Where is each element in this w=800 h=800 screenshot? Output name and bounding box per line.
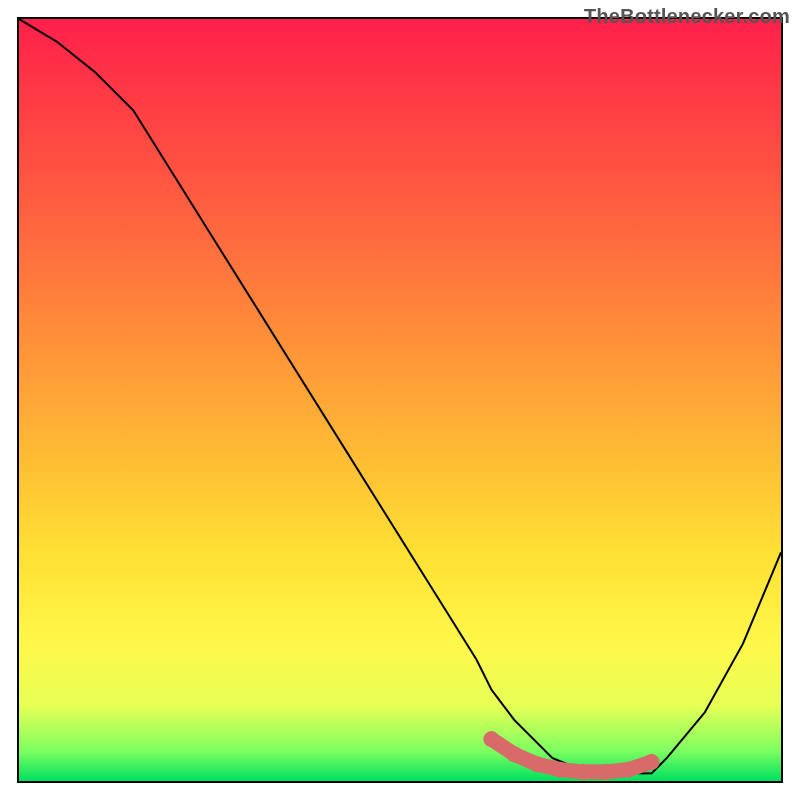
optimal-point xyxy=(598,764,614,780)
optimal-point xyxy=(506,746,522,762)
optimal-point xyxy=(529,756,545,772)
bottleneck-curve-line xyxy=(19,19,781,773)
curve-layer xyxy=(19,19,781,781)
watermark: TheBottlenecker.com xyxy=(584,6,790,29)
bottleneck-chart: TheBottlenecker.com xyxy=(0,0,800,800)
plot-area xyxy=(19,19,781,781)
optimal-point xyxy=(644,754,660,770)
optimal-point xyxy=(483,731,499,747)
optimal-range-markers xyxy=(483,731,659,780)
optimal-point xyxy=(575,764,591,780)
optimal-point xyxy=(552,762,568,778)
optimal-point xyxy=(621,762,637,778)
